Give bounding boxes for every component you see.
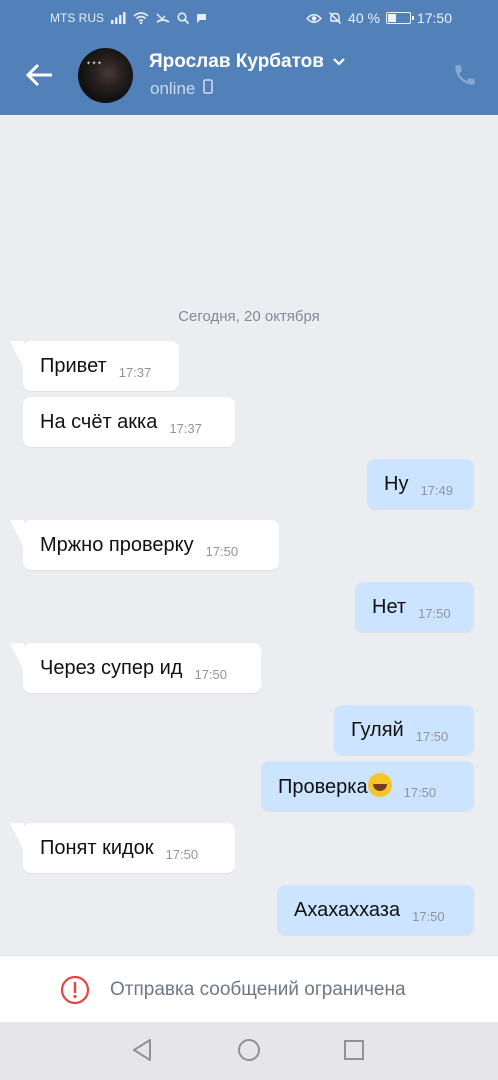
nav-home-button[interactable] (237, 1038, 261, 1067)
missed-call-icon (156, 12, 170, 24)
search-icon (177, 12, 190, 25)
message-list[interactable]: Сегодня, 20 октября Привет 17:37 На счёт… (0, 115, 498, 955)
contact-name-button[interactable]: Ярослав Курбатов (149, 51, 346, 73)
message-text: Привет (40, 354, 107, 377)
bubble-tail (10, 341, 24, 369)
alert-circle-icon (60, 975, 90, 1010)
rolling-on-floor-laughing-emoji (367, 773, 392, 797)
mute-bell-icon (328, 11, 342, 25)
chevron-down-icon (332, 53, 346, 71)
message-text: Ахахаххаза (294, 898, 401, 921)
mobile-device-icon (203, 79, 214, 99)
call-button[interactable] (452, 62, 478, 93)
message-text: Понят кидок (40, 836, 154, 859)
restriction-text: Отправка сообщений ограничена (110, 979, 406, 1000)
message-time: 17:50 (194, 666, 228, 682)
status-bar-left: MTS RUS (50, 11, 207, 25)
message-text: Гуляй (351, 718, 404, 741)
back-button[interactable] (22, 60, 56, 94)
message-text-content: Проверка (278, 776, 368, 798)
battery-percent: 40 % (348, 10, 380, 26)
message-bubble-outgoing[interactable]: Проверка 17:50 (261, 761, 474, 811)
bubble-tail (10, 520, 24, 548)
messaging-restricted-banner: Отправка сообщений ограничена (0, 955, 498, 1022)
bubble-tail (10, 643, 24, 671)
date-separator: Сегодня, 20 октября (178, 308, 320, 325)
message-bubble-outgoing[interactable]: Нет 17:50 (355, 582, 474, 632)
message-time: 17:37 (169, 420, 202, 436)
message-time: 17:50 (412, 908, 445, 924)
message-bubble-outgoing[interactable]: Ну 17:49 (367, 459, 474, 509)
message-bubble-incoming[interactable]: Через супер ид 17:50 (10, 643, 261, 693)
message-bubble-incoming[interactable]: Привет 17:37 (10, 341, 179, 391)
message-text: Проверка (278, 773, 392, 799)
message-bubble-incoming[interactable]: На счёт акка 17:37 (23, 397, 235, 447)
message-bubble-incoming[interactable]: Понят кидок 17:50 (10, 823, 235, 873)
status-bar: MTS RUS 40 % 17:50 (0, 0, 498, 38)
message-bubble-outgoing[interactable]: Гуляй 17:50 (334, 705, 474, 755)
message-bubble-outgoing[interactable]: Ахахаххаза 17:50 (277, 885, 474, 935)
system-nav-bar (0, 1022, 498, 1080)
contact-status: online (150, 79, 214, 99)
phone-icon (452, 65, 478, 92)
message-bubble-incoming[interactable]: Мржно проверку 17:50 (10, 520, 279, 570)
contact-status-text: online (150, 79, 196, 98)
battery-level (387, 14, 397, 22)
message-time: 17:37 (118, 364, 152, 380)
nav-recents-button[interactable] (343, 1039, 365, 1066)
message-time: 17:50 (165, 846, 199, 862)
message-notification-icon (196, 13, 207, 24)
message-text: Ну (384, 472, 409, 495)
avatar-photo-mark: ✦✦✦ (86, 61, 103, 67)
contact-avatar[interactable]: ✦✦✦ (78, 48, 133, 103)
clock: 17:50 (416, 10, 452, 26)
message-text: На счёт акка (40, 410, 158, 433)
message-text: Через супер ид (40, 656, 183, 679)
message-time: 17:50 (205, 543, 239, 559)
battery-icon (385, 12, 414, 24)
message-time: 17:50 (418, 605, 451, 621)
signal-icon (111, 12, 126, 24)
wifi-icon (133, 12, 149, 25)
eye-comfort-icon (306, 13, 322, 24)
nav-back-button[interactable] (131, 1038, 153, 1067)
contact-name: Ярослав Курбатов (149, 51, 324, 72)
status-bar-right: 40 % 17:50 (306, 10, 452, 26)
message-time: 17:50 (415, 728, 449, 744)
bubble-tail (10, 823, 24, 851)
message-time: 17:49 (420, 482, 453, 498)
chat-header: MTS RUS 40 % 17:50 ✦✦✦ Ярослав Курбатов … (0, 0, 498, 115)
back-arrow-icon (25, 63, 53, 92)
message-text: Нет (372, 595, 407, 618)
message-text: Мржно проверку (40, 533, 194, 556)
message-time: 17:50 (403, 784, 437, 800)
carrier-name: MTS RUS (50, 11, 104, 25)
